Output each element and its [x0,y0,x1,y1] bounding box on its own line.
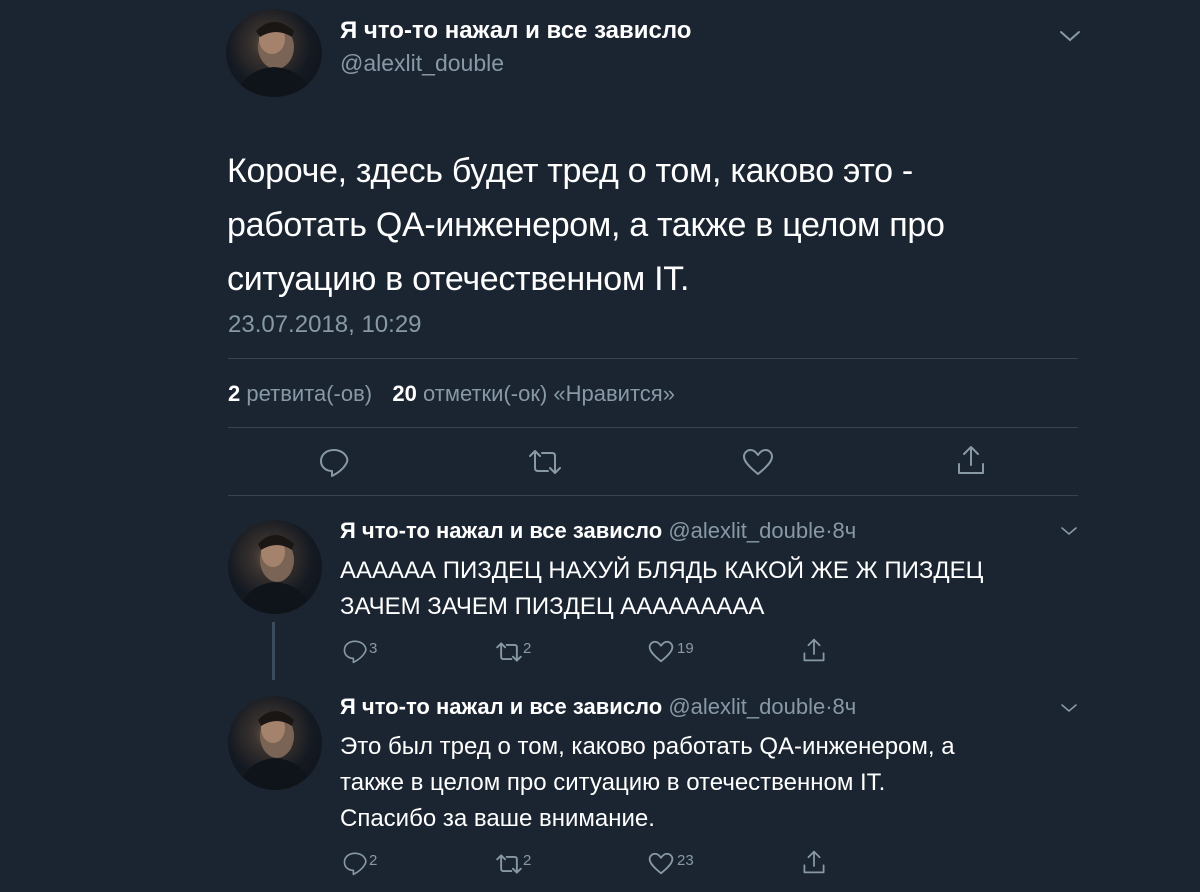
like-button[interactable] [648,640,674,663]
reply-handle[interactable]: @alexlit_double [668,694,825,719]
chevron-down-icon[interactable] [1060,525,1078,537]
tweet-text-line: Короче, здесь будет тред о том, каково э… [227,152,913,190]
reply-time[interactable]: 8ч [833,694,857,719]
heart-icon [648,640,674,663]
reply-text-line: Это был тред о том, каково работать QA-и… [340,733,955,760]
share-upload-icon [803,638,825,662]
reply-handle[interactable]: @alexlit_double [668,518,825,543]
share-upload-icon [803,850,825,874]
like-button[interactable] [742,448,774,476]
reply-header: Я что-то нажал и все зависло @alexlit_do… [340,694,856,720]
retweet-arrows-icon [529,450,561,474]
reply-avatar[interactable] [228,696,322,790]
reply-time[interactable]: 8ч [833,518,857,543]
reply-text: АААААА ПИЗДЕЦ НАХУЙ БЛЯДЬ КАКОЙ ЖЕ Ж ПИЗ… [340,553,983,625]
share-button[interactable] [802,849,826,875]
reply-button[interactable] [341,850,369,876]
retweet-arrows-icon [496,854,522,874]
share-button[interactable] [802,637,826,663]
chevron-down-icon[interactable] [1058,28,1082,44]
heart-icon [743,449,773,475]
reply-display-name[interactable]: Я что-то нажал и все зависло [340,518,662,543]
reply-text-line: Спасибо за ваше внимание. [340,805,655,832]
tweet-text-line: ситуацию в отечественном IT. [227,260,690,298]
author-avatar[interactable] [226,9,322,97]
reply-dot: · [825,694,833,719]
author-display-name[interactable]: Я что-то нажал и все зависло [340,17,691,45]
thread-connector-line [272,622,275,680]
retweet-button[interactable] [526,448,564,476]
reply-text-line: АААААА ПИЗДЕЦ НАХУЙ БЛЯДЬ КАКОЙ ЖЕ Ж ПИЗ… [340,557,984,584]
reply-count: 2 [369,852,378,869]
retweet-count: 2 [523,852,532,869]
speech-bubble-icon [343,640,367,664]
retweets-count[interactable]: 2 [228,381,240,406]
share-upload-icon [958,446,984,474]
reply-avatar[interactable] [228,520,322,614]
reply-count: 3 [369,640,378,657]
divider [228,358,1078,359]
retweet-count: 2 [523,640,532,657]
reply-text-line: также в целом про ситуацию в отечественн… [340,769,886,796]
heart-icon [648,852,674,875]
reply-text-line: ЗАЧЕМ ЗАЧЕМ ПИЗДЕЦ ААААААААА [340,593,765,620]
reply-button[interactable] [318,446,350,478]
like-button[interactable] [648,852,674,875]
author-handle[interactable]: @alexlit_double [340,50,504,77]
divider [228,427,1078,428]
tweet-timestamp[interactable]: 23.07.2018, 10:29 [228,311,422,339]
share-button[interactable] [956,444,986,476]
speech-bubble-icon [320,449,349,477]
retweet-button[interactable] [494,853,524,875]
like-count: 23 [677,852,694,869]
like-count: 19 [677,640,694,657]
reply-button[interactable] [341,638,369,664]
tweet-text-line: работать QA-инженером, а также в целом п… [227,206,945,244]
likes-label[interactable]: отметки(-ок) «Нравится» [423,381,675,406]
engagement-stats: 2 ретвита(-ов) 20 отметки(-ок) «Нравится… [228,381,675,407]
speech-bubble-icon [343,852,367,876]
reply-text: Это был тред о том, каково работать QA-и… [340,729,955,837]
retweet-button[interactable] [494,641,524,663]
retweets-label[interactable]: ретвита(-ов) [246,381,372,406]
reply-header: Я что-то нажал и все зависло @alexlit_do… [340,518,856,544]
chevron-down-icon[interactable] [1060,702,1078,714]
retweet-arrows-icon [496,642,522,662]
reply-dot: · [825,518,833,543]
likes-count[interactable]: 20 [392,381,416,406]
divider [228,495,1078,496]
reply-display-name[interactable]: Я что-то нажал и все зависло [340,694,662,719]
tweet-text: Короче, здесь будет тред о том, каково э… [227,144,945,306]
